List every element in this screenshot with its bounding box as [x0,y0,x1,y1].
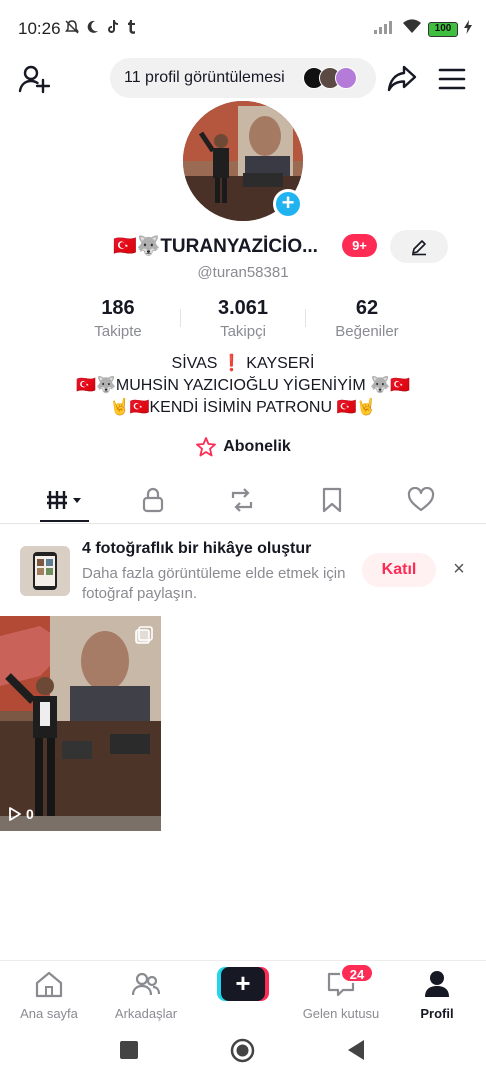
stat-following-label: Takipte [94,323,142,340]
tiktok-icon [106,19,120,39]
video-thumbnail[interactable] [0,616,161,831]
signal-icon [374,20,396,39]
status-time: 10:26 [18,19,61,38]
join-button[interactable]: Katıl [362,553,436,587]
videos-grid-icon [47,491,81,509]
stat-likes-label: Beğeniler [335,323,399,340]
profile-views-pill[interactable]: 11 profil görüntülemesi [110,58,376,98]
content-tabs [0,478,486,524]
back-triangle-icon [348,1040,364,1060]
profile-icon [425,971,449,997]
add-user-icon [18,65,51,94]
stat-followers-label: Takipçi [220,323,266,340]
recent-apps-button[interactable] [120,1041,138,1059]
tab-private[interactable] [108,478,198,522]
charging-icon [464,19,472,39]
subscription-star-icon [196,437,217,457]
hamburger-menu-icon [438,68,466,90]
video-play-count: 0 [8,806,34,822]
subscription-label: Abonelik [223,438,291,455]
stat-followers-value: 3.061 [217,297,269,319]
wifi-icon [402,19,422,39]
friends-icon [131,972,161,996]
tab-favorites[interactable] [287,478,377,522]
home-system-button[interactable] [230,1038,255,1063]
menu-button[interactable] [438,66,466,92]
create-plus-label: + [235,968,251,998]
create-button[interactable]: + [217,967,269,1001]
story-prompt-title: 4 fotoğraflık bir hikâye oluştur [82,540,312,557]
tab-liked[interactable] [376,478,466,522]
play-count-value: 0 [26,806,34,822]
story-thumbnail [20,546,70,596]
status-right-icons: 100 [374,19,472,39]
pencil-icon [412,239,426,255]
stat-following-value: 186 [101,297,135,319]
user-handle: @turan58381 [197,264,289,281]
nav-profile[interactable]: Profil [392,970,482,1021]
profile-bio: SİVAS ❗ KAYSERİ 🇹🇷🐺MUHSİN YAZICIOĞLU YİG… [0,353,486,419]
bio-line: SİVAS ❗ KAYSERİ [171,355,315,372]
add-friend-button[interactable] [18,64,51,94]
inbox-badge: 24 [340,963,374,983]
share-button[interactable] [386,63,418,93]
stat-likes[interactable]: 62 Beğeniler [302,297,432,340]
nav-home[interactable]: Ana sayfa [4,970,94,1021]
bio-line: 🤘🇹🇷KENDİ İSİMİN PATRONU 🇹🇷🤘 [109,399,377,416]
viewer-avatar [334,67,357,89]
phone-photos-icon [33,552,57,590]
nav-profile-label: Profil [420,1006,454,1021]
home-circle-icon [230,1038,255,1063]
bookmark-icon [322,487,342,513]
add-avatar-button[interactable]: + [273,189,303,219]
heart-icon [407,487,435,512]
story-prompt-subtitle: Daha fazla görüntüleme elde etmek için f… [82,565,346,602]
stat-likes-value: 62 [355,297,379,319]
subscription-link[interactable]: Abonelik [0,437,486,457]
viewer-avatars [295,67,357,89]
moon-icon [86,19,100,39]
back-system-button[interactable] [346,1039,366,1061]
tumblr-icon [126,19,138,39]
profile-views-text: 11 profil görüntülemesi [124,69,285,86]
multi-photo-icon [135,626,153,649]
nav-inbox-label: Gelen kutusu [302,1006,380,1021]
edit-profile-button[interactable] [390,230,448,263]
stat-following[interactable]: 186 Takipte [53,297,183,340]
tab-videos[interactable] [19,478,109,522]
repost-icon [231,488,253,512]
display-name: 🇹🇷🐺TURANYAZİCİO... [113,236,318,257]
bio-line: 🇹🇷🐺MUHSİN YAZICIOĞLU YİGENİYİM 🐺🇹🇷 [76,377,410,394]
notification-badge[interactable]: 9+ [342,234,377,257]
status-left-icons [64,19,138,39]
nav-home-label: Ana sayfa [20,1006,78,1021]
active-tab-indicator [40,520,89,522]
share-icon [387,65,417,92]
stat-followers[interactable]: 3.061 Takipçi [178,297,308,340]
nav-friends-label: Arkadaşlar [114,1006,178,1021]
tab-reposts[interactable] [197,478,287,522]
bell-off-icon [64,19,80,39]
play-icon [9,807,21,821]
home-icon [35,971,63,998]
close-icon[interactable]: × [449,558,469,580]
lock-icon [142,487,164,513]
battery-icon: 100 [428,21,458,37]
nav-friends[interactable]: Arkadaşlar [101,970,191,1021]
